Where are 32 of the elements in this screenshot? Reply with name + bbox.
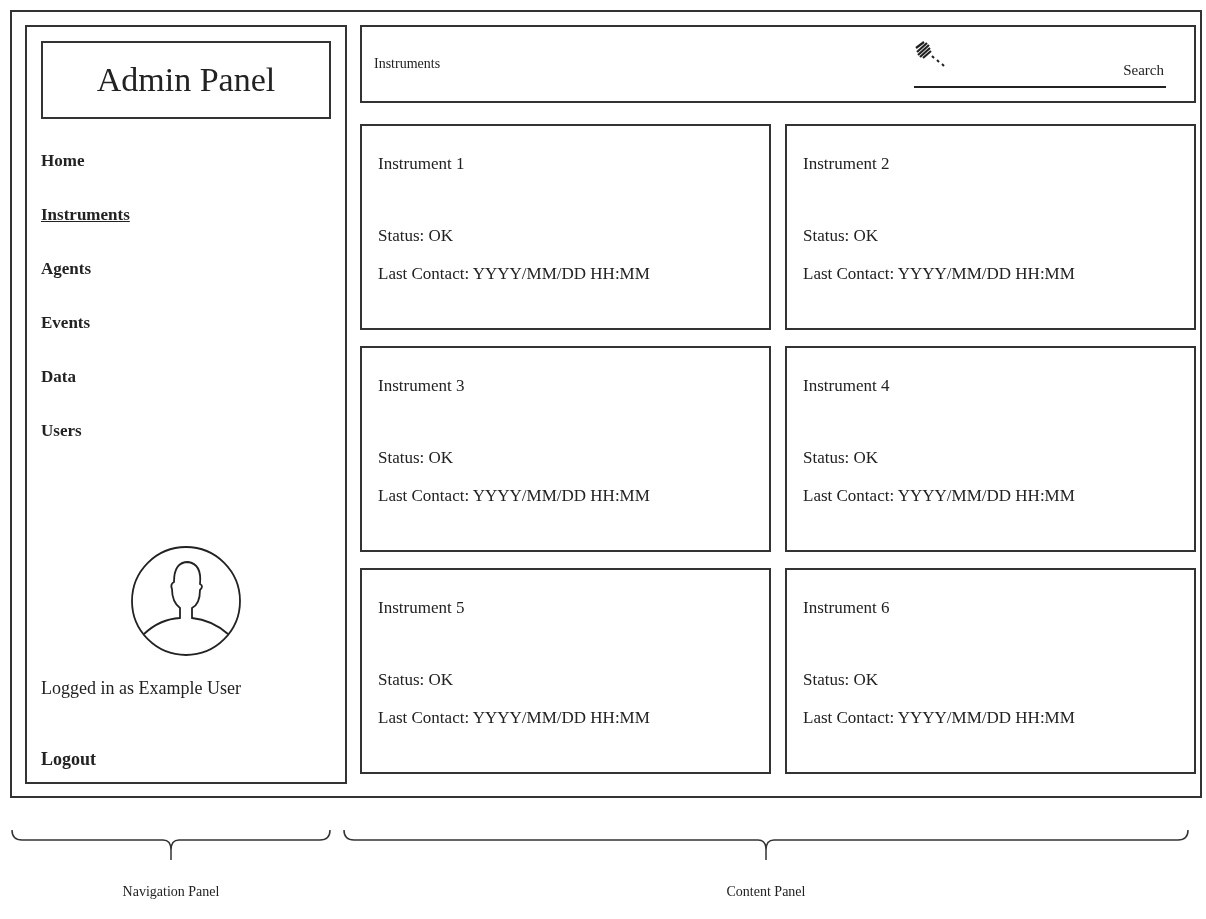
card-title: Instrument 3 (378, 376, 466, 396)
annotation-label: Content Panel (726, 884, 806, 900)
last-contact-text: Last Contact: YYYY/MM/DD HH:MM (803, 708, 1076, 728)
nav-item[interactable]: Instruments (41, 203, 130, 227)
last-contact-text: Last Contact: YYYY/MM/DD HH:MM (378, 264, 651, 284)
last-contact-text: Last Contact: YYYY/MM/DD HH:MM (803, 486, 1076, 506)
app-title: Admin Panel (41, 41, 331, 119)
status-text: Status: OK (378, 670, 455, 690)
nav-item[interactable]: Home (41, 149, 85, 173)
status-text: Status: OK (378, 448, 455, 468)
nav-item[interactable]: Events (41, 311, 91, 335)
avatar-icon (130, 544, 242, 658)
card-title: Instrument 4 (803, 376, 891, 396)
logged-in-label: Logged in as Example User (41, 678, 242, 699)
card-title: Instrument 1 (378, 154, 466, 174)
nav-item[interactable]: Data (41, 365, 76, 389)
card-title: Instrument 2 (803, 154, 891, 174)
status-text: Status: OK (803, 670, 880, 690)
last-contact-text: Last Contact: YYYY/MM/DD HH:MM (378, 708, 651, 728)
status-text: Status: OK (803, 448, 880, 468)
last-contact-text: Last Contact: YYYY/MM/DD HH:MM (803, 264, 1076, 284)
nav-item[interactable]: Agents (41, 257, 92, 281)
last-contact-text: Last Contact: YYYY/MM/DD HH:MM (378, 486, 651, 506)
card-title: Instrument 6 (803, 598, 891, 618)
nav-item[interactable]: Users (41, 419, 82, 443)
annotation-label: Navigation Panel (122, 884, 220, 900)
status-text: Status: OK (803, 226, 880, 246)
card-title: Instrument 5 (378, 598, 466, 618)
status-text: Status: OK (378, 226, 455, 246)
logout-link[interactable]: Logout (41, 749, 96, 770)
page-title: Instruments (374, 56, 441, 72)
search-field[interactable]: Search (914, 40, 1166, 88)
